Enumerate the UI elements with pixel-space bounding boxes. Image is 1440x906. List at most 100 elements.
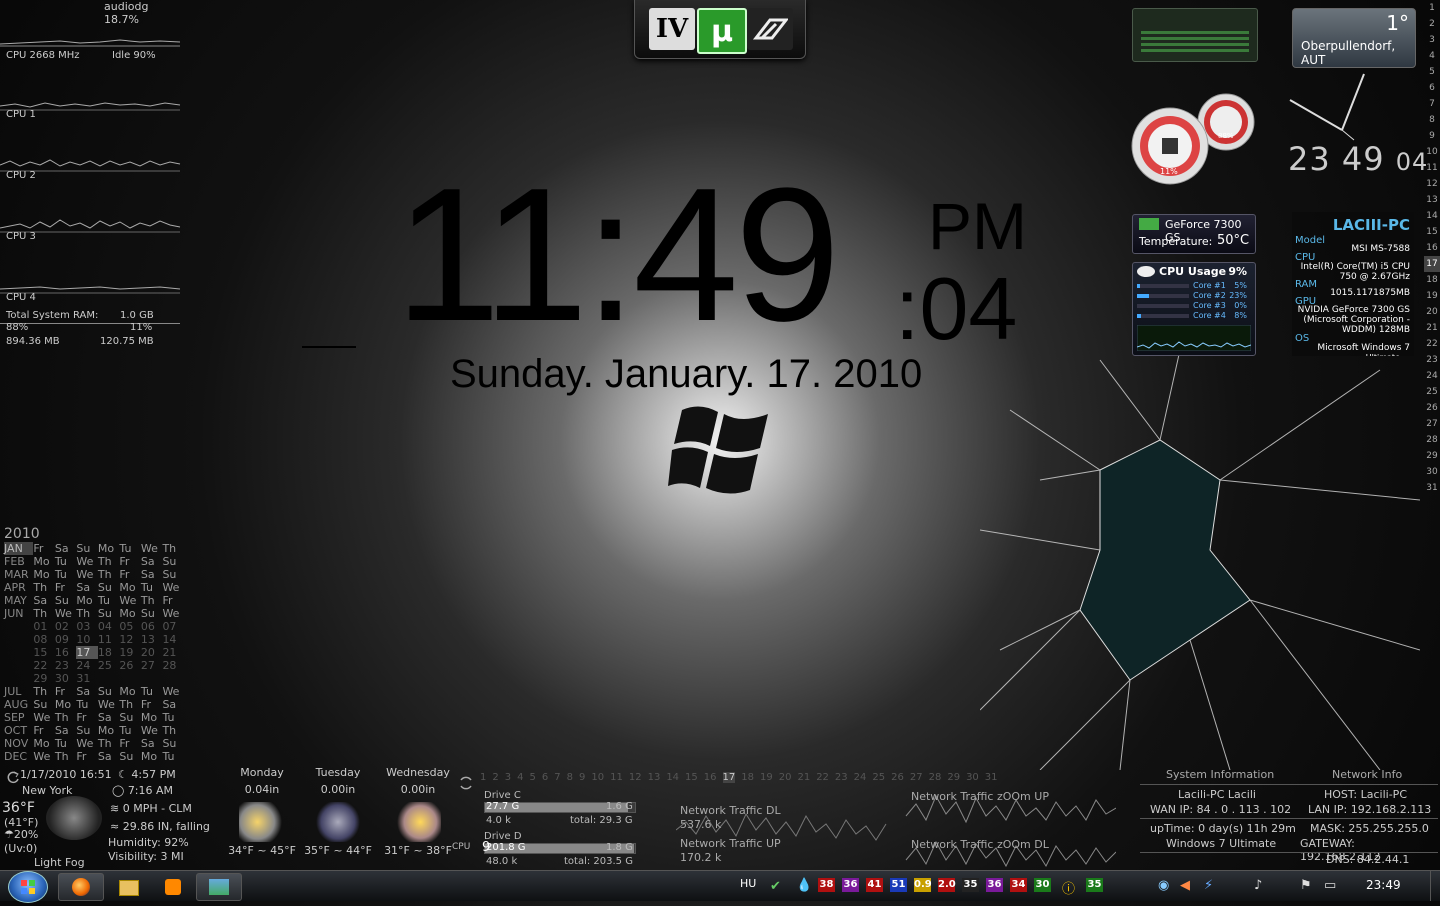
sys-user: Lacili-PC Lacili: [1178, 788, 1256, 801]
volume-icon[interactable]: ♪: [1254, 878, 1262, 893]
cracked-glass-decoration: [980, 350, 1420, 770]
action-center-flag-icon[interactable]: ⚑: [1300, 878, 1312, 893]
calendar-day[interactable]: 18: [98, 646, 120, 659]
tray-temp-badge[interactable]: 35: [1086, 878, 1103, 892]
calendar-month-row: FEB Mo Tu We Th Fr Sa Su: [4, 555, 184, 568]
day-ruler-item: 9: [1429, 131, 1435, 141]
tray-temp-badge[interactable]: 38: [818, 878, 835, 892]
calendar-day[interactable]: 10: [76, 633, 98, 646]
desktop-app-taskbar-button[interactable]: [196, 873, 242, 901]
calendar-day[interactable]: 28: [162, 659, 184, 672]
calendar-day[interactable]: 23: [55, 659, 77, 672]
sys-uptime: upTime: 0 day(s) 11h 29m: [1150, 822, 1296, 835]
day-ruler-item: 19: [1426, 291, 1438, 301]
media-player-taskbar-button[interactable]: [150, 873, 196, 901]
ram-label: Total System RAM:: [6, 310, 99, 321]
sun-cloud-icon: [395, 802, 441, 842]
calendar-day[interactable]: 19: [119, 646, 141, 659]
calendar-day[interactable]: 26: [119, 659, 141, 672]
day-ruler-item: 27: [1426, 419, 1438, 429]
tray-temp-badge[interactable]: 34: [1010, 878, 1027, 892]
cpu-mini-label: CPU: [452, 842, 471, 852]
calendar-day[interactable]: 01: [33, 620, 55, 633]
calendar-day[interactable]: 06: [141, 620, 163, 633]
utorrent-button[interactable]: µ: [697, 8, 747, 54]
fog-icon: [46, 796, 102, 840]
calendar-day[interactable]: 31: [76, 672, 98, 685]
tray-temp-badge[interactable]: 41: [866, 878, 883, 892]
calendar-day[interactable]: 17: [76, 646, 98, 659]
calendar-day[interactable]: [162, 672, 184, 685]
calendar-month-label: OCT: [4, 724, 28, 737]
calendar-day[interactable]: 22: [33, 659, 55, 672]
calendar-day[interactable]: [119, 672, 141, 685]
calendar-day[interactable]: 07: [162, 620, 184, 633]
calendar-weekday: Fr: [33, 724, 44, 737]
calendar-month-label: FEB: [4, 555, 25, 568]
tray-clock[interactable]: 23:49: [1366, 878, 1401, 892]
calendar-day[interactable]: 21: [162, 646, 184, 659]
calendar-day[interactable]: 30: [55, 672, 77, 685]
tray-temp-badge[interactable]: 36: [842, 878, 859, 892]
day-strip-item: 30: [966, 772, 979, 783]
calendar-weekday: Mo: [33, 737, 50, 750]
calendar-day[interactable]: 15: [33, 646, 55, 659]
day-strip-item: 18: [741, 772, 754, 783]
nfs-button[interactable]: [747, 8, 793, 50]
start-button[interactable]: [8, 871, 48, 903]
drive-d-total: total: 203.5 G: [564, 856, 633, 867]
calendar-day[interactable]: 09: [55, 633, 77, 646]
calendar-day[interactable]: 02: [55, 620, 77, 633]
calendar-day[interactable]: 29: [33, 672, 55, 685]
drop-icon[interactable]: 💧: [796, 878, 812, 893]
calendar-day[interactable]: [141, 672, 163, 685]
info-icon[interactable]: ⓘ: [1062, 878, 1075, 897]
os-edition: Ultimate: [1366, 353, 1400, 356]
tray-temp-badge[interactable]: 36: [986, 878, 1003, 892]
shield-check-icon[interactable]: ✔: [770, 879, 781, 894]
calendar-day[interactable]: 12: [119, 633, 141, 646]
calendar-day[interactable]: 25: [98, 659, 120, 672]
calendar-day[interactable]: 20: [141, 646, 163, 659]
calendar-weekday: Su: [119, 711, 134, 724]
tray-temp-badge[interactable]: 0.9: [914, 878, 932, 892]
calendar-day[interactable]: 14: [162, 633, 184, 646]
calendar-day[interactable]: 11: [98, 633, 120, 646]
firefox-taskbar-button[interactable]: [58, 873, 104, 901]
calendar-day[interactable]: [98, 672, 120, 685]
language-indicator[interactable]: HU: [740, 877, 756, 890]
drive-c-rate: 4.0 k: [486, 815, 511, 826]
power-icon[interactable]: ⚡: [1204, 878, 1213, 893]
tray-temp-badge[interactable]: 35: [962, 878, 979, 892]
tray-temp-badge[interactable]: 51: [890, 878, 907, 892]
model-key: Model: [1295, 235, 1326, 246]
calendar-day[interactable]: 27: [141, 659, 163, 672]
display-icon[interactable]: ▭: [1324, 878, 1336, 893]
show-desktop-button[interactable]: [1430, 871, 1440, 901]
weather-sunset: ☾ 4:57 PM: [118, 768, 176, 781]
clock-seconds: :04: [895, 259, 1018, 358]
refresh-icon[interactable]: [6, 770, 20, 784]
cpu-usage-total: 9%: [1228, 265, 1247, 278]
calendar-day[interactable]: 13: [141, 633, 163, 646]
tray-temp-badge[interactable]: 2.0: [938, 878, 956, 892]
tray-temp-badge[interactable]: 30: [1034, 878, 1051, 892]
weather-nav-icon[interactable]: [458, 774, 474, 792]
calendar-day[interactable]: 05: [119, 620, 141, 633]
gpu-temp-label: Temperature:: [1139, 235, 1213, 248]
gta-iv-button[interactable]: IV: [649, 8, 695, 50]
cpu-mini-value: 9: [482, 840, 491, 855]
desktop-app-icon: [209, 879, 229, 895]
calendar-day[interactable]: 08: [33, 633, 55, 646]
calendar-weekday: Sa: [76, 685, 91, 698]
weather-widget[interactable]: 1° Oberpullendorf, AUT: [1292, 8, 1416, 68]
speaker-muted-icon[interactable]: ◀: [1180, 878, 1190, 893]
calendar-day[interactable]: 03: [76, 620, 98, 633]
explorer-taskbar-button[interactable]: [104, 873, 150, 901]
cpu-core-row: CPU 2: [0, 131, 182, 183]
network-globe-icon[interactable]: ◉: [1158, 878, 1169, 893]
day-strip-item: 27: [909, 772, 923, 783]
calendar-day[interactable]: 24: [76, 659, 98, 672]
calendar-day[interactable]: 04: [98, 620, 120, 633]
calendar-day[interactable]: 16: [55, 646, 77, 659]
